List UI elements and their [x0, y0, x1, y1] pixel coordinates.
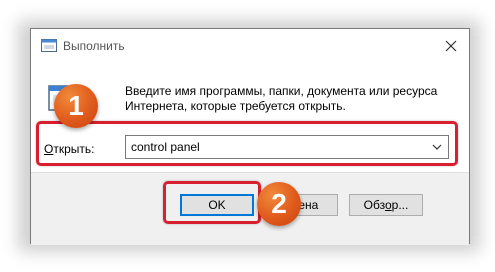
- run-app-icon: [41, 39, 57, 52]
- step-2-badge: 2: [257, 182, 301, 226]
- dialog-description: Введите имя программы, папки, документа …: [125, 84, 438, 113]
- close-icon[interactable]: [441, 36, 461, 56]
- title-bar: Выполнить: [31, 29, 469, 62]
- step-1-badge: 1: [54, 84, 98, 128]
- browse-label-start: Обз: [363, 198, 385, 212]
- ok-button-highlight: [163, 181, 261, 224]
- open-field-highlight: [36, 121, 458, 166]
- browse-label-end: р...: [391, 198, 409, 212]
- cancel-label-visible: ена: [298, 198, 319, 212]
- browse-button[interactable]: Обзор...: [349, 194, 423, 216]
- browse-label-accelerator: о: [384, 198, 392, 212]
- window-title: Выполнить: [63, 39, 125, 53]
